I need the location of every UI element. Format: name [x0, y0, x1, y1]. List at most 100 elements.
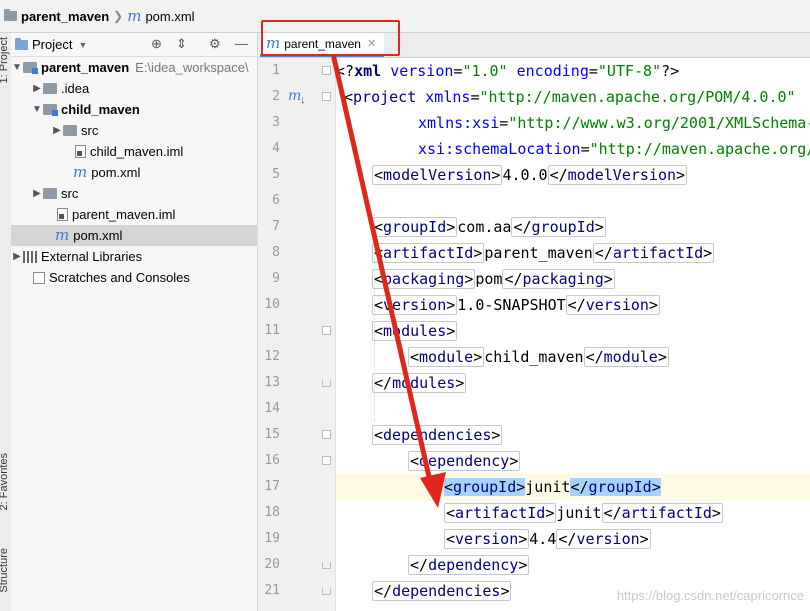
fold-end-icon[interactable]: [322, 562, 331, 569]
line-number: 21: [264, 583, 280, 598]
tree-item-src[interactable]: ▶ src: [11, 183, 277, 204]
code-token: modules: [383, 322, 447, 340]
fold-end-icon[interactable]: [322, 380, 331, 387]
tree-item-path: E:\idea_workspace\: [135, 60, 249, 75]
folder-icon: [63, 125, 77, 136]
favorites-tool-tab[interactable]: 2: Favorites: [0, 453, 10, 510]
breadcrumb-project[interactable]: parent_maven: [4, 9, 109, 24]
tree-item-label: child_maven: [61, 102, 140, 117]
line-number: 13: [264, 375, 280, 390]
code-token: =: [580, 140, 590, 158]
folder-icon: [43, 83, 57, 94]
project-tool-tab[interactable]: 1: Project: [0, 37, 10, 83]
code-token: dependencies: [383, 426, 492, 444]
breadcrumb-project-label: parent_maven: [21, 8, 110, 24]
code-token: version: [383, 296, 447, 314]
code-token: dependency: [419, 452, 510, 470]
line-number: 5: [272, 167, 280, 182]
line-number: 18: [264, 505, 280, 520]
fold-marker-icon[interactable]: [322, 430, 331, 439]
code-token: project: [353, 88, 417, 106]
code-token: xml: [354, 62, 382, 80]
tree-item-child-src[interactable]: ▶ src: [11, 120, 297, 141]
code-token: module: [419, 348, 474, 366]
code-token: child_maven: [484, 348, 584, 366]
project-view-selector[interactable]: Project: [32, 37, 72, 52]
code-line: </dependency>: [408, 555, 530, 575]
folder-icon: [43, 188, 57, 199]
code-token: ?>: [661, 62, 680, 80]
code-token: packaging: [522, 270, 604, 288]
line-number: 3: [272, 115, 280, 130]
code-token: artifactId: [383, 244, 474, 262]
structure-tool-tab[interactable]: Structure: [0, 548, 10, 593]
line-number: 10: [264, 297, 280, 312]
tree-item-child-maven[interactable]: ▼ child_maven: [11, 99, 277, 120]
code-token: "http://maven.apache.org/: [589, 140, 810, 158]
line-number: 11: [264, 323, 280, 338]
code-line: <artifactId> parent_maven </artifactId>: [372, 243, 715, 263]
code-token: encoding: [516, 62, 589, 80]
tree-item-label: src: [61, 186, 79, 201]
fold-end-icon[interactable]: [322, 588, 331, 595]
code-token: packaging: [383, 270, 465, 288]
code-token: xmlns:xsi: [418, 114, 500, 132]
iml-file-icon: [57, 208, 68, 221]
hide-icon[interactable]: —: [235, 36, 248, 51]
collapsed-arrow-icon[interactable]: ▶: [31, 83, 43, 94]
arrow-down-icon[interactable]: ↓: [300, 94, 306, 106]
code-editor[interactable]: <?xml version="1.0" encoding="UTF-8"?> <…: [336, 58, 810, 611]
editor-gutter: 1 2 3 4 5 6 7 8 9 10 11 12 13 14 15 16 1…: [258, 58, 354, 611]
tree-item-parent-maven[interactable]: ▼ parent_maven E:\idea_workspace\: [11, 57, 257, 78]
code-token: artifactId: [621, 504, 712, 522]
code-line: <project xmlns="http://maven.apache.org/…: [344, 84, 796, 110]
scratches-icon: [33, 271, 45, 284]
line-number: 1: [272, 63, 280, 78]
tree-item-external-libraries[interactable]: ▶ External Libraries: [11, 246, 257, 267]
code-token: artifactId: [455, 504, 546, 522]
breadcrumb-file-label: pom.xml: [145, 8, 195, 24]
code-token: version: [576, 530, 640, 548]
line-number: 19: [264, 531, 280, 546]
gear-icon[interactable]: ⚙: [209, 36, 221, 52]
locate-icon[interactable]: ⊕: [151, 36, 162, 52]
dropdown-arrow-icon[interactable]: ▼: [78, 40, 87, 50]
tree-item-scratches[interactable]: Scratches and Consoles: [11, 267, 279, 288]
line-number: 7: [272, 219, 280, 234]
code-line: xsi:schemaLocation="http://maven.apache.…: [418, 136, 810, 162]
watermark: https://blog.csdn.net/capricornce: [616, 588, 804, 603]
expanded-arrow-icon[interactable]: ▼: [11, 62, 23, 73]
line-number: 9: [272, 271, 280, 286]
tree-item-label: parent_maven: [41, 60, 130, 75]
code-token: <?: [336, 62, 355, 80]
code-token: "1.0": [462, 62, 508, 80]
code-token: dependency: [428, 556, 519, 574]
breadcrumb-file[interactable]: m pom.xml: [127, 6, 195, 25]
fold-marker-icon[interactable]: [322, 456, 331, 465]
collapsed-arrow-icon[interactable]: ▶: [11, 251, 23, 262]
collapse-all-icon[interactable]: ⇕: [176, 36, 187, 52]
code-line-current: <groupId>junit</groupId>: [336, 474, 810, 500]
code-token: 4.4: [529, 530, 557, 548]
code-token: modelVersion: [383, 166, 492, 184]
expanded-arrow-icon[interactable]: ▼: [31, 104, 43, 115]
maven-icon: m: [127, 6, 142, 25]
code-line: <modelVersion> 4.0.0 </modelVersion>: [372, 165, 688, 185]
fold-marker-icon[interactable]: [322, 92, 331, 101]
tree-item-idea[interactable]: ▶ .idea: [11, 78, 277, 99]
code-token: dependencies: [392, 582, 501, 600]
fold-marker-icon[interactable]: [322, 66, 331, 75]
fold-marker-icon[interactable]: [322, 326, 331, 335]
collapsed-arrow-icon[interactable]: ▶: [31, 188, 43, 199]
tree-item-parent-pom[interactable]: m pom.xml: [11, 225, 257, 246]
collapsed-arrow-icon[interactable]: ▶: [51, 125, 63, 136]
code-line: </modules>: [372, 373, 467, 393]
code-line: </dependencies>: [372, 581, 512, 601]
tree-item-label: child_maven.iml: [90, 144, 184, 159]
code-token: 4.0.0: [502, 166, 548, 184]
code-line: <dependency>: [408, 451, 521, 471]
code-token: groupId: [531, 218, 595, 236]
code-token: xsi:schemaLocation: [418, 140, 581, 158]
code-token: version: [390, 62, 454, 80]
navigation-bar: parent_maven ❯ m pom.xml: [0, 0, 810, 33]
